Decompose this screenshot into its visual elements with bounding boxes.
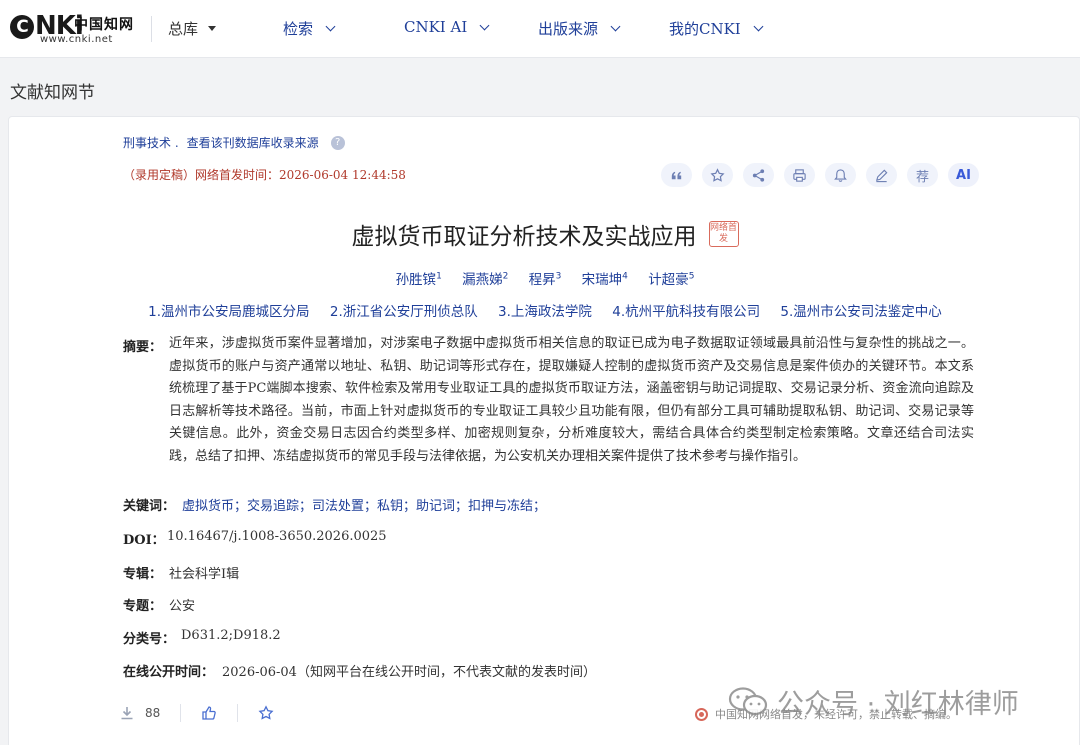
quote-icon xyxy=(671,171,682,179)
help-icon[interactable]: ? xyxy=(330,135,345,150)
print-icon xyxy=(793,168,806,182)
top-navbar: C NKi 中国知网 www.cnki.net 总库 检索 CNKI AI 出版来… xyxy=(0,0,1080,58)
organization-list: 1.温州市公安局鹿城区分局 2.浙江省公安厅刑侦总队 3.上海政法学院 4.杭州… xyxy=(9,300,1080,320)
source-db-link[interactable]: 查看该刊数据库收录来源 xyxy=(187,134,319,151)
nav-search-label: 检索 xyxy=(283,20,314,38)
doi-value: 10.16467/j.1008-3650.2026.0025 xyxy=(167,529,387,544)
author-link[interactable]: 漏燕娣2 xyxy=(462,272,508,289)
author-link[interactable]: 计超豪5 xyxy=(648,272,694,289)
chevron-down-icon xyxy=(325,21,336,32)
author-link[interactable]: 孙胜镔1 xyxy=(396,272,442,289)
topic-label: 专题： xyxy=(123,599,163,614)
nav-my-cnki[interactable]: 我的CNKI xyxy=(669,18,764,39)
bell-icon xyxy=(834,168,847,182)
source-row: 刑事技术 . 查看该刊数据库收录来源 ? xyxy=(123,134,345,151)
author-list: 孙胜镔1 漏燕娣2 程昇3 宋瑞坤4 计超豪5 xyxy=(9,268,1080,289)
download-icon[interactable] xyxy=(119,705,135,721)
journal-link[interactable]: 刑事技术 . xyxy=(123,134,179,151)
print-button[interactable] xyxy=(784,163,815,187)
wechat-icon xyxy=(728,686,768,715)
org-link[interactable]: 2.浙江省公安厅刑侦总队 xyxy=(330,304,478,320)
org-link[interactable]: 3.上海政法学院 xyxy=(498,304,592,320)
cnki-logo[interactable]: C NKi 中国知网 www.cnki.net xyxy=(10,12,136,46)
library-dropdown[interactable]: 总库 xyxy=(168,18,217,39)
star-icon[interactable] xyxy=(258,705,274,721)
quote-button[interactable] xyxy=(661,163,692,187)
nav-my-cnki-label: 我的CNKI xyxy=(669,20,741,38)
class-value: D631.2;D918.2 xyxy=(181,628,281,643)
divider xyxy=(237,704,239,722)
edit-icon xyxy=(875,169,888,182)
title-row: 虚拟货币取证分析技术及实战应用 网络首发 xyxy=(9,217,1080,251)
nav-cnki-ai-label: CNKI AI xyxy=(404,18,468,36)
caret-down-icon xyxy=(208,26,217,31)
share-icon xyxy=(752,168,765,182)
article-card: 刑事技术 . 查看该刊数据库收录来源 ? （录用定稿）网络首发时间：2026-0… xyxy=(8,116,1080,745)
divider xyxy=(151,16,152,42)
article-title: 虚拟货币取证分析技术及实战应用 xyxy=(351,224,697,250)
watermark: 公众号 · 刘红林律师 xyxy=(727,682,1019,721)
author-link[interactable]: 程昇3 xyxy=(529,272,562,289)
section-title: 文献知网节 xyxy=(10,83,95,103)
abstract-label: 摘要： xyxy=(123,340,163,355)
topic-value: 公安 xyxy=(169,599,196,614)
keywords-list[interactable]: 虚拟货币；交易追踪；司法处置；私钥；助记词；扣押与冻结； xyxy=(182,495,546,514)
series-value: 社会科学I辑 xyxy=(169,567,240,582)
recommend-button[interactable]: 荐 xyxy=(907,163,938,187)
keywords-label: 关键词： xyxy=(123,499,176,514)
copyright-icon xyxy=(695,707,708,721)
library-label: 总库 xyxy=(168,20,199,38)
nav-sources[interactable]: 出版来源 xyxy=(538,18,621,39)
nav-search[interactable]: 检索 xyxy=(283,18,336,39)
thumbs-up-icon[interactable] xyxy=(201,705,217,721)
abstract-text: 近年来，涉虚拟货币案件显著增加，对涉案电子数据中虚拟货币相关信息的取证已成为电子… xyxy=(169,336,974,464)
watermark-text: 公众号 · 刘红林律师 xyxy=(777,689,1019,720)
divider xyxy=(180,704,182,722)
share-button[interactable] xyxy=(743,163,774,187)
org-link[interactable]: 5.温州市公安司法鉴定中心 xyxy=(780,304,941,320)
logo-cn-name: 中国知网 xyxy=(74,17,134,33)
logo-url: www.cnki.net xyxy=(40,34,113,45)
chevron-down-icon xyxy=(753,21,764,32)
note-button[interactable] xyxy=(866,163,897,187)
class-label: 分类号： xyxy=(123,632,176,647)
star-icon xyxy=(710,167,725,182)
download-count: 88 xyxy=(145,706,161,720)
publish-status: （录用定稿）网络首发时间：2026-06-04 12:44:58 xyxy=(123,168,406,182)
nav-sources-label: 出版来源 xyxy=(538,20,599,38)
chevron-down-icon xyxy=(610,21,621,32)
nav-cnki-ai[interactable]: CNKI AI xyxy=(404,18,490,36)
doi-label: DOI： xyxy=(123,533,165,548)
favorite-button[interactable] xyxy=(702,163,733,187)
online-time-label: 在线公开时间： xyxy=(123,665,215,680)
action-bar: 88 xyxy=(119,704,274,722)
toolbar: 荐 AI xyxy=(661,163,979,187)
online-time-value: 2026-06-04（知网平台在线公开时间，不代表文献的发表时间） xyxy=(222,665,596,680)
subscribe-button[interactable] xyxy=(825,163,856,187)
series-label: 专辑： xyxy=(123,567,163,582)
ai-button[interactable]: AI xyxy=(948,163,979,187)
org-link[interactable]: 1.温州市公安局鹿城区分局 xyxy=(148,304,309,320)
chevron-down-icon xyxy=(479,20,490,30)
org-link[interactable]: 4.杭州平航科技有限公司 xyxy=(612,304,760,320)
online-first-badge: 网络首发 xyxy=(708,221,739,247)
author-link[interactable]: 宋瑞坤4 xyxy=(582,272,628,289)
